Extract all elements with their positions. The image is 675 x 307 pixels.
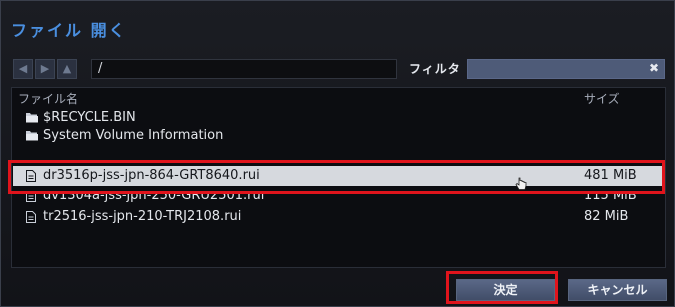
cancel-button[interactable]: キャンセル (568, 279, 667, 301)
file-icon (26, 170, 36, 182)
column-header-size[interactable]: サイズ (584, 90, 620, 107)
forward-button[interactable]: ▶ (35, 59, 55, 79)
back-button[interactable]: ◀ (13, 59, 33, 79)
file-name: dv1304a-jss-jpn-250-GRU2501.rui (43, 192, 265, 203)
folder-icon (26, 131, 38, 141)
filter-input[interactable]: ✖ (467, 59, 665, 79)
clear-filter-icon[interactable]: ✖ (649, 61, 659, 75)
up-arrow-icon: ▲ (62, 62, 72, 75)
column-header-name[interactable]: ファイル名 (18, 90, 78, 107)
forward-arrow-icon: ▶ (40, 62, 50, 75)
file-row-selected[interactable]: dr3516p-jss-jpn-864-GRT8640.rui 481 MiB (13, 166, 664, 186)
file-list: ファイル名 サイズ $RECYCLE.BIN System Volume Inf… (11, 87, 666, 268)
folder-row[interactable]: $RECYCLE.BIN (13, 108, 664, 128)
up-directory-button[interactable]: ▲ (57, 59, 77, 79)
folder-name: System Volume Information (43, 128, 224, 143)
ok-button[interactable]: 決定 (456, 279, 555, 301)
folder-name: $RECYCLE.BIN (43, 110, 136, 125)
dialog-title: ファイル 開く (11, 21, 127, 40)
file-size: 481 MiB (584, 168, 637, 183)
back-arrow-icon: ◀ (18, 62, 28, 75)
file-size: 115 MiB (584, 192, 637, 203)
hand-cursor-icon (515, 177, 527, 190)
folder-row[interactable]: System Volume Information (13, 126, 664, 146)
file-name: dr3516p-jss-jpn-864-GRT8640.rui (43, 168, 260, 183)
folder-icon (26, 113, 38, 123)
toolbar: ◀ ▶ ▲ / フィルタ ✖ (13, 59, 665, 79)
file-size: 82 MiB (584, 209, 629, 224)
path-input[interactable]: / (91, 59, 397, 79)
file-open-dialog: ファイル 開く ◀ ▶ ▲ / フィルタ ✖ ファイル名 サイズ $RECYCL… (0, 0, 675, 307)
file-row[interactable]: tr2516-jss-jpn-210-TRJ2108.rui 82 MiB (13, 207, 664, 227)
file-icon (26, 192, 36, 202)
file-icon (26, 211, 36, 223)
file-row[interactable]: dv1304a-jss-jpn-250-GRU2501.rui 115 MiB (13, 192, 664, 204)
filter-label: フィルタ (409, 62, 461, 76)
file-name: tr2516-jss-jpn-210-TRJ2108.rui (43, 209, 242, 224)
